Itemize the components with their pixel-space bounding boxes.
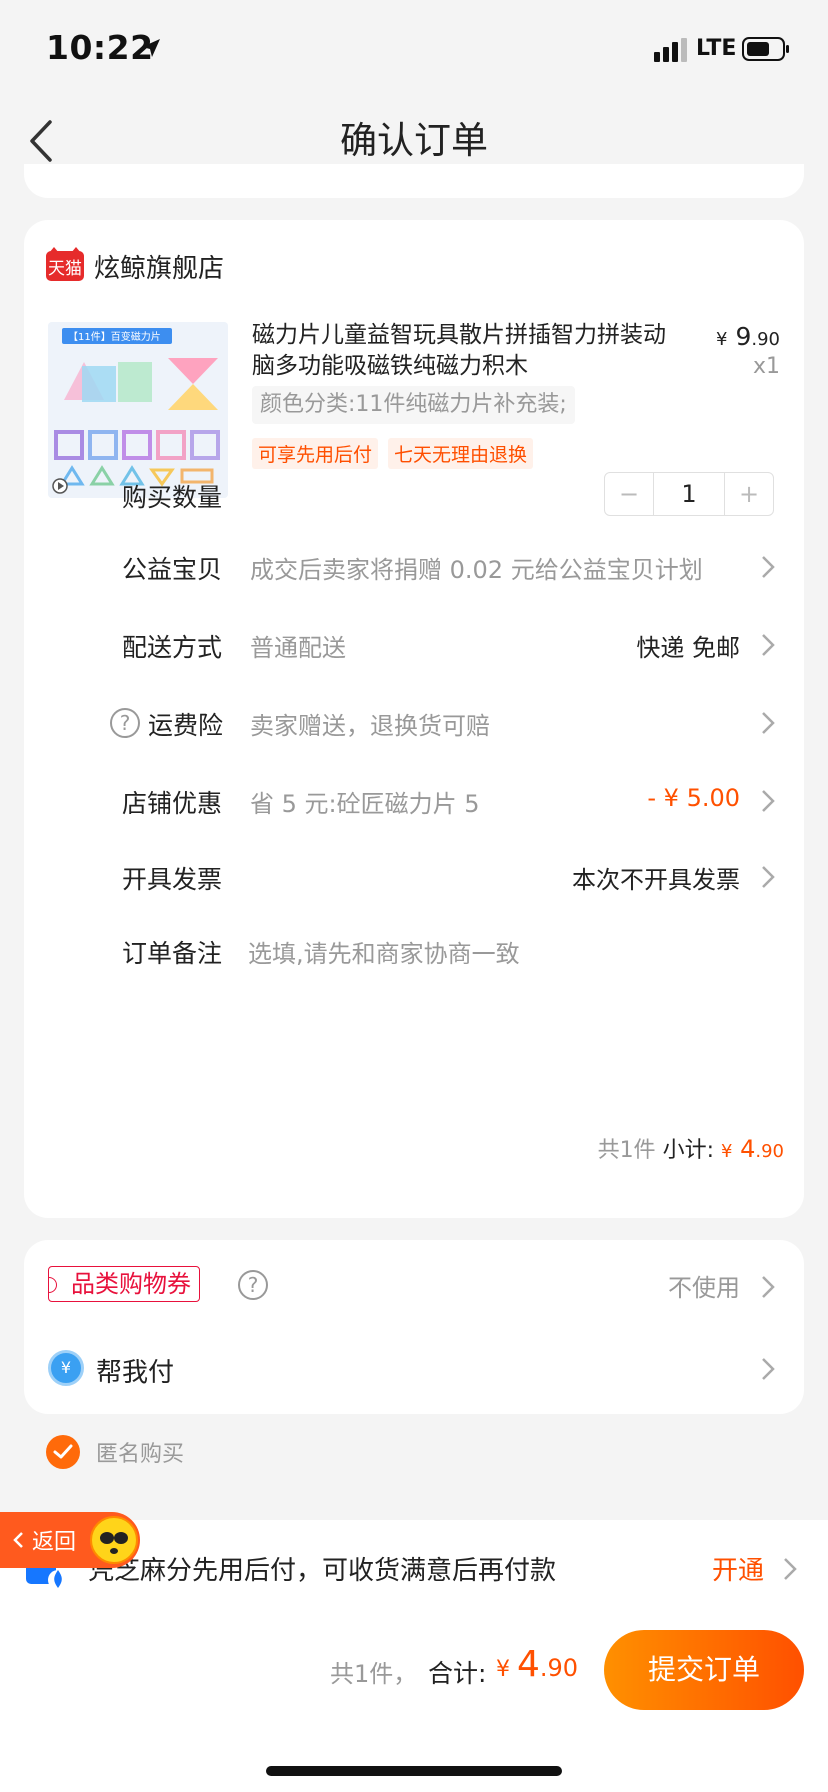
thumb-banner-text: 【11件】百变磁力片 <box>68 330 161 343</box>
anonymous-purchase-label: 匿名购买 <box>96 1442 185 1467</box>
extras-card: 品类购物券 ? 不使用 ¥ 帮我付 <box>24 1240 804 1414</box>
product-title[interactable]: 磁力片儿童益智玩具散片拼插智力拼装动脑多功能吸磁铁纯磁力积木 <box>252 320 672 382</box>
status-bar: 10:22 LTE <box>0 0 828 100</box>
promo-text: 凭芝麻分先用后付，可收货满意后再付款 <box>88 1556 557 1586</box>
product-price: ¥ 9.90 <box>716 322 780 351</box>
chevron-right-icon <box>762 866 775 888</box>
quantity-value[interactable]: 1 <box>653 473 725 515</box>
chevron-right-icon <box>762 1276 775 1298</box>
subtotal-count: 共1件 <box>597 1138 656 1163</box>
submit-order-button[interactable]: 提交订单 <box>604 1630 804 1710</box>
shop-discount-amount: - ¥ 5.00 <box>647 784 740 812</box>
insurance-value: 卖家赠送，退换货可赔 <box>250 712 490 740</box>
network-type: LTE <box>696 36 737 61</box>
delivery-row[interactable]: 配送方式 普通配送 快递 免邮 <box>24 616 804 676</box>
status-time: 10:22 <box>46 28 154 67</box>
note-row: 订单备注 选填,请先和商家协商一致 <box>24 922 804 982</box>
product-tags: 可享先用后付 七天无理由退换 <box>252 438 534 469</box>
home-indicator <box>266 1766 562 1776</box>
invoice-label: 开具发票 <box>122 865 223 894</box>
decrement-button[interactable]: − <box>605 473 653 515</box>
chevron-right-icon <box>762 790 775 812</box>
chevron-right-icon <box>762 556 775 578</box>
invoice-row[interactable]: 开具发票 本次不开具发票 <box>24 848 804 908</box>
product-sku[interactable]: 颜色分类:11件纯磁力片补充装; <box>252 386 575 424</box>
category-coupon-badge: 品类购物券 <box>48 1266 200 1302</box>
chevron-right-icon <box>762 634 775 656</box>
mascot-face-icon <box>90 1516 138 1564</box>
checkmark-icon[interactable] <box>46 1435 80 1469</box>
note-label: 订单备注 <box>122 939 223 968</box>
subtotal: 共1件 小计: ¥ 4.90 <box>598 1132 784 1164</box>
coupon-value[interactable]: 不使用 <box>668 1268 740 1303</box>
insurance-label: 运费险 <box>148 711 224 740</box>
address-card-edge <box>24 164 804 198</box>
signal-icon <box>654 38 687 62</box>
delivery-label: 配送方式 <box>122 633 223 662</box>
page-title: 确认订单 <box>340 119 488 162</box>
product-quantity: x1 <box>752 354 780 379</box>
tmall-badge-icon: 天猫 <box>46 247 84 281</box>
quantity-stepper: − 1 + <box>604 472 774 516</box>
checkout-bar: 共1件， 合计: ¥ 4.90 提交订单 <box>0 1616 828 1792</box>
help-circle-icon[interactable]: ? <box>238 1270 268 1300</box>
charity-row[interactable]: 公益宝贝 成交后卖家将捐赠 0.02 元给公益宝贝计划 <box>24 538 804 598</box>
total-label: 合计: <box>428 1659 487 1688</box>
anonymous-purchase-toggle[interactable]: 匿名购买 <box>46 1434 184 1470</box>
yuan-coin-icon: ¥ <box>48 1350 84 1386</box>
return-label: 返回 <box>32 1530 77 1555</box>
delivery-value: 普通配送 <box>250 634 346 662</box>
chevron-right-icon <box>762 1358 775 1380</box>
invoice-value: 本次不开具发票 <box>572 866 740 894</box>
charity-label: 公益宝贝 <box>122 555 223 584</box>
order-card: 天猫 炫鲸旗舰店 【11件】百变磁力片 磁力片儿童益智玩具散片拼插智力拼装动脑多… <box>24 220 804 1218</box>
promo-activate-link[interactable]: 开通 <box>712 1550 764 1587</box>
shop-discount-value: 省 5 元:砼匠磁力片 5 <box>250 790 480 818</box>
shop-discount-label: 店铺优惠 <box>122 789 223 818</box>
increment-button[interactable]: + <box>725 473 773 515</box>
quantity-row: 购买数量 − 1 + <box>24 466 804 526</box>
chevron-right-icon <box>762 712 775 734</box>
shop-header[interactable]: 天猫 炫鲸旗舰店 <box>46 246 224 286</box>
chevron-right-icon <box>784 1558 797 1580</box>
battery-icon <box>742 37 789 61</box>
total-count: 共1件， <box>330 1660 418 1688</box>
shop-discount-row[interactable]: 店铺优惠 省 5 元:砼匠磁力片 5 - ¥ 5.00 <box>24 772 804 832</box>
floating-return-button[interactable]: 返回 <box>0 1512 140 1568</box>
chevron-left-icon <box>13 1532 23 1548</box>
help-circle-icon[interactable]: ? <box>110 708 140 738</box>
subtotal-amount: ¥ 4.90 <box>720 1135 784 1163</box>
shop-name: 炫鲸旗舰店 <box>94 253 225 284</box>
help-pay-label[interactable]: 帮我付 <box>96 1352 174 1389</box>
total-amount: ¥ 4.90 <box>496 1644 579 1685</box>
delivery-option: 快递 免邮 <box>636 634 740 662</box>
charity-value: 成交后卖家将捐赠 0.02 元给公益宝贝计划 <box>250 556 703 584</box>
note-input[interactable]: 选填,请先和商家协商一致 <box>248 934 520 969</box>
subtotal-label: 小计: <box>662 1138 714 1163</box>
location-arrow-icon <box>142 39 160 57</box>
quantity-label: 购买数量 <box>122 483 223 512</box>
insurance-row[interactable]: ? 运费险 卖家赠送，退换货可赔 <box>24 694 804 754</box>
tag-pay-later: 可享先用后付 <box>252 438 379 469</box>
tag-seven-day-return: 七天无理由退换 <box>388 438 534 469</box>
